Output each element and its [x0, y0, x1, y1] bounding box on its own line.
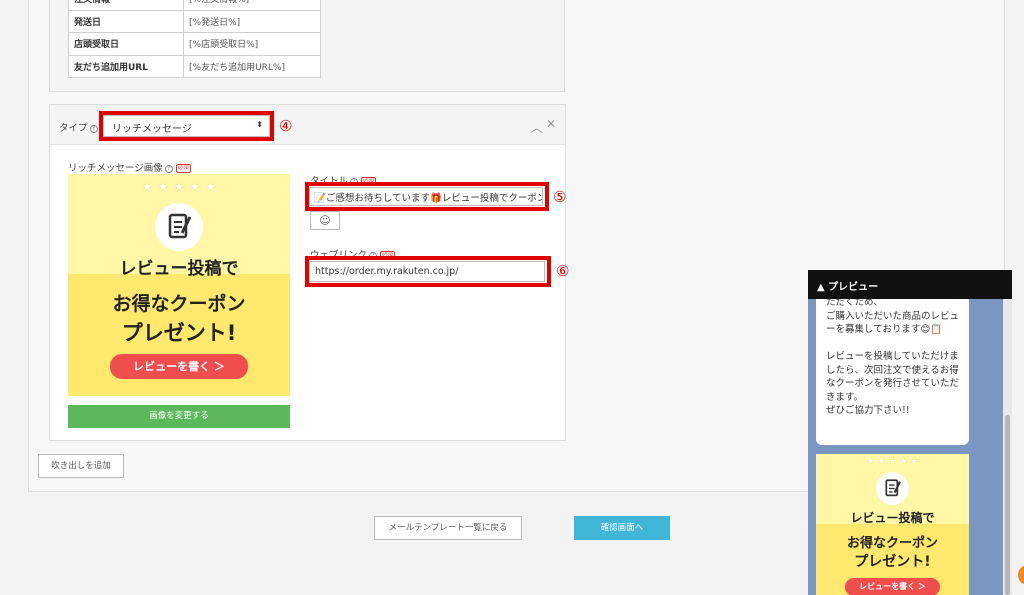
stars-icon: ★ ★ ★ ★ ★	[141, 180, 217, 195]
variable-value: [%友だち追加用URL%]	[183, 54, 321, 78]
coupon-line2: お得なクーポン	[846, 536, 938, 551]
table-row: 発送日 [%発送日%]	[68, 9, 321, 33]
help-chat-icon[interactable]	[1018, 565, 1024, 585]
variables-table: 注文情報 [%注文情報%] 発送日 [%発送日%] 店頭受取日 [%店頭受取日%…	[68, 0, 321, 78]
close-icon[interactable]: ✕	[546, 117, 556, 131]
table-row: 友だち追加用URL [%友だち追加用URL%]	[68, 54, 321, 78]
variable-value: [%店頭受取日%]	[183, 32, 321, 56]
variable-value: [%発送日%]	[183, 9, 321, 33]
variable-value: [%注文情報%]	[183, 0, 321, 11]
preview-panel: ただくため、 ご購入いただいた商品のレビューを募集しております😊📋 レビューを投…	[808, 270, 1012, 595]
marker-title: ⑤	[553, 188, 567, 206]
coupon-line2: お得なクーポン	[112, 293, 246, 315]
coupon-line1: レビュー投稿で	[850, 511, 935, 525]
coupon-review-button: レビューを書く ＞	[110, 354, 248, 379]
coupon-line1: レビュー投稿で	[119, 259, 239, 279]
add-bubble-button[interactable]: 吹き出しを追加	[38, 454, 124, 478]
emoji-button[interactable]: ☺	[310, 211, 340, 230]
review-icon	[155, 203, 203, 251]
coupon-line3: プレゼント!	[121, 321, 237, 345]
preview-rich-image: ★ ★ ★ ★ ★ レビュー投稿で お得なクーポン プレゼント! レビューを書く…	[816, 454, 969, 595]
variable-key: 友だち追加用URL	[68, 54, 184, 78]
stars-icon: ★ ★ ★ ★ ★	[866, 457, 919, 467]
marker-weblink: ⑥	[556, 262, 570, 280]
confirm-button[interactable]: 確認画面へ	[574, 516, 670, 540]
table-row: 注文情報 [%注文情報%]	[68, 0, 321, 11]
type-label: タイプ	[59, 123, 88, 134]
highlight-box-type	[99, 111, 274, 141]
help-icon[interactable]: ?	[164, 164, 173, 173]
highlight-box-title	[305, 182, 549, 211]
variable-key: 店頭受取日	[68, 32, 184, 56]
image-label-wrap: リッチメッセージ画像? 必須	[68, 160, 191, 174]
help-icon[interactable]: ?	[89, 124, 98, 133]
coupon-line3: プレゼント!	[854, 554, 931, 570]
change-image-button[interactable]: 画像を変更する	[68, 405, 290, 428]
collapse-icon[interactable]: ︿	[530, 117, 543, 136]
marker-type: ④	[279, 117, 293, 135]
required-badge: 必須	[175, 164, 191, 173]
table-row: 店頭受取日 [%店頭受取日%]	[68, 32, 321, 56]
preview-scrollbar-thumb[interactable]	[1005, 415, 1010, 595]
preview-message-bubble: ただくため、 ご購入いただいた商品のレビューを募集しております😊📋 レビューを投…	[816, 292, 969, 445]
image-label: リッチメッセージ画像	[68, 163, 163, 174]
type-label-wrap: タイプ?	[59, 120, 98, 134]
highlight-box-weblink	[305, 256, 551, 287]
review-icon	[876, 472, 909, 505]
coupon-review-button: レビューを書く ＞	[845, 578, 940, 595]
variable-key: 注文情報	[68, 0, 184, 11]
variable-key: 発送日	[68, 9, 184, 33]
preview-header[interactable]: ▲ プレビュー	[808, 270, 1012, 299]
back-to-list-button[interactable]: メールテンプレート一覧に戻る	[374, 516, 522, 540]
rich-message-image: ★ ★ ★ ★ ★ レビュー投稿で お得なクーポン プレゼント! レビューを書く…	[68, 174, 290, 396]
